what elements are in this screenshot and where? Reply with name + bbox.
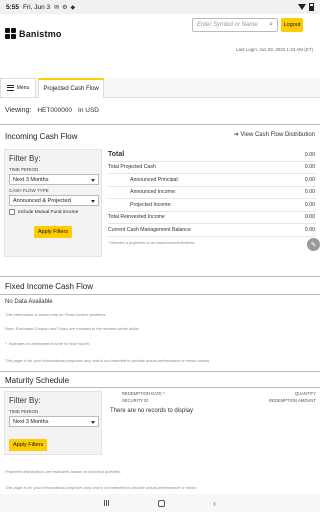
table-row: Projected Income: 0.00 xyxy=(108,199,316,212)
filter-title: Filter By: xyxy=(9,396,41,405)
table-row: Current Cash Management Balance 0.00 xyxy=(108,224,316,237)
apply-filters-button[interactable]: Apply Filters xyxy=(33,226,73,238)
recents-icon[interactable] xyxy=(104,500,110,506)
table-row: Announced Principal: 0.00 xyxy=(108,174,316,187)
filter-title: Filter By: xyxy=(9,154,41,163)
back-icon[interactable]: ‹ xyxy=(213,499,216,508)
viewing-label: Viewing: xyxy=(5,107,32,114)
fixed-income-note: This information is based only on Fixed … xyxy=(5,312,107,317)
section-divider xyxy=(0,124,320,125)
projection-note: * Denotes a projection of an unannounced… xyxy=(108,240,195,245)
no-records-message: There are no records to display xyxy=(110,408,194,414)
android-icon: ◆ xyxy=(70,4,76,11)
last-login: Last Login: Jun 03, 2022 1:34 AM (ET) xyxy=(235,47,313,52)
section-divider xyxy=(0,276,320,277)
fixed-income-title: Fixed Income Cash Flow xyxy=(5,282,94,291)
home-icon[interactable] xyxy=(158,499,166,507)
settings-icon: ⚙ xyxy=(62,4,68,11)
status-bar: 5:55 Fri, Jun 3 ✉ ⚙ ◆ xyxy=(0,0,320,14)
no-data-message: No Data Available xyxy=(5,299,53,305)
maturity-note: This page is for your informational purp… xyxy=(5,485,198,490)
time-period-label: TIME PERIOD xyxy=(9,167,39,172)
maturity-note: Projected distributions are estimates ba… xyxy=(5,469,122,474)
cash-flow-type-label: CASH FLOW TYPE xyxy=(9,188,49,193)
chevron-down-icon xyxy=(91,200,95,203)
search-icon[interactable]: ⌕ xyxy=(269,21,273,29)
fixed-income-note: Note: Estimated Coupon and Totals are ro… xyxy=(5,326,140,331)
time-period-select[interactable]: Next 3 Months xyxy=(9,416,99,427)
brand-logo[interactable]: Banistmo xyxy=(5,28,62,39)
status-date: Fri, Jun 3 xyxy=(23,3,51,11)
status-time: 5:55 xyxy=(6,3,20,11)
search-input[interactable]: Enter Symbol or Name ⌕ xyxy=(192,18,278,32)
brand-name: Banistmo xyxy=(19,28,62,39)
table-row: Total Projected Cash 0.00 xyxy=(108,162,316,174)
fixed-income-note: *- Indicates no estimated income for tha… xyxy=(5,341,90,346)
viewing-bar: Viewing: HET000000 In USD xyxy=(5,107,99,114)
table-row: Total 0.00 xyxy=(108,149,316,162)
maturity-filter-panel: Filter By: TIME PERIOD Next 3 Months App… xyxy=(4,391,102,455)
search-placeholder: Enter Symbol or Name xyxy=(197,22,258,28)
checkbox-icon xyxy=(9,209,15,215)
logo-icon xyxy=(5,28,16,39)
maturity-table-header: REDEMPTION DATE * QUANTITY SECURITY ID R… xyxy=(108,391,316,403)
battery-icon xyxy=(309,3,314,11)
tab-projected-cash-flow[interactable]: Projected Cash Flow xyxy=(38,78,104,98)
site-header: Banistmo Enter Symbol or Name ⌕ Logout L… xyxy=(0,14,320,62)
system-nav-bar: ‹ xyxy=(0,494,320,512)
include-mutual-fund-checkbox[interactable]: Include Mutual Fund income xyxy=(9,209,97,215)
section-divider xyxy=(0,371,320,372)
arrow-right-icon: ➔ xyxy=(233,132,239,138)
table-row: Announced Income: 0.00 xyxy=(108,187,316,199)
apply-filters-button[interactable]: Apply Filters xyxy=(9,439,48,451)
tab-bar: Menu Projected Cash Flow xyxy=(0,78,320,98)
time-period-label: TIME PERIOD xyxy=(9,409,39,414)
account-number: HET000000 xyxy=(37,107,73,114)
maturity-schedule-title: Maturity Schedule xyxy=(5,376,70,385)
col-quantity[interactable]: QUANTITY xyxy=(295,391,316,396)
incoming-cash-flow-title: Incoming Cash Flow xyxy=(5,132,78,141)
cash-flow-type-select[interactable]: Announced & Projected xyxy=(9,195,99,206)
time-period-select[interactable]: Next 3 Months xyxy=(9,174,99,185)
edit-pencil-icon[interactable]: ✎ xyxy=(307,238,320,251)
fixed-income-note: This page is for your informational purp… xyxy=(5,358,211,363)
menu-button[interactable]: Menu xyxy=(0,78,36,98)
menu-label: Menu xyxy=(16,85,30,91)
notification-icon: ✉ xyxy=(54,4,60,11)
logout-button[interactable]: Logout xyxy=(281,18,303,32)
section-divider xyxy=(0,294,320,295)
chevron-down-icon xyxy=(91,179,95,182)
col-redemption-date[interactable]: REDEMPTION DATE * xyxy=(108,391,165,396)
wifi-icon xyxy=(298,4,306,10)
col-security-id[interactable]: SECURITY ID xyxy=(109,398,148,403)
incoming-filter-panel: Filter By: TIME PERIOD Next 3 Months CAS… xyxy=(4,149,102,257)
cash-flow-summary: Total 0.00 Total Projected Cash 0.00 Ann… xyxy=(108,149,316,245)
chevron-down-icon xyxy=(91,421,95,424)
section-divider xyxy=(0,387,320,388)
view-distribution-link[interactable]: ➔ View Cash Flow Distribution xyxy=(234,131,315,138)
currency-label: In USD xyxy=(78,107,99,114)
hamburger-icon xyxy=(6,85,14,91)
table-row: Total Reinvested Income 0.00 xyxy=(108,212,316,224)
col-redemption-amount[interactable]: REDEMPTION AMOUNT xyxy=(269,398,316,403)
